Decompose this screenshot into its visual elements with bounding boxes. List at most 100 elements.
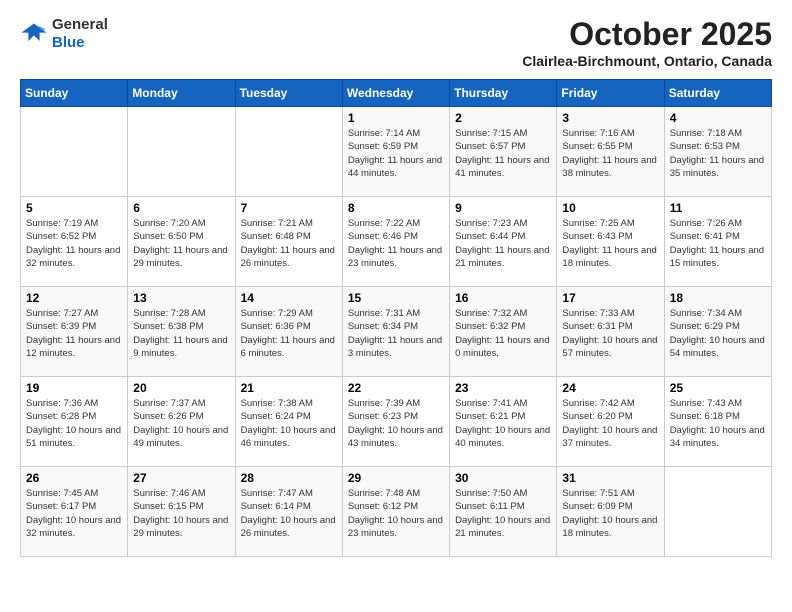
day-info: Sunrise: 7:27 AM Sunset: 6:39 PM Dayligh…	[26, 307, 122, 360]
day-info: Sunrise: 7:45 AM Sunset: 6:17 PM Dayligh…	[26, 487, 122, 540]
day-number: 31	[562, 471, 658, 485]
day-cell: 2 Sunrise: 7:15 AM Sunset: 6:57 PM Daylig…	[450, 107, 557, 197]
day-cell: 12 Sunrise: 7:27 AM Sunset: 6:39 PM Dayli…	[21, 287, 128, 377]
day-cell: 17Sunrise: 7:33 AM Sunset: 6:31 PM Dayli…	[557, 287, 664, 377]
day-number: 5	[26, 201, 122, 215]
day-info: Sunrise: 7:23 AM Sunset: 6:44 PM Dayligh…	[455, 217, 551, 270]
day-cell: 23 Sunrise: 7:41 AM Sunset: 6:21 PM Dayli…	[450, 377, 557, 467]
day-info: Sunrise: 7:39 AM Sunset: 6:23 PM Dayligh…	[348, 397, 444, 450]
day-cell: 19 Sunrise: 7:36 AM Sunset: 6:28 PM Dayli…	[21, 377, 128, 467]
day-number: 22	[348, 381, 444, 395]
logo-text: General Blue	[52, 16, 108, 52]
day-info: Sunrise: 7:42 AM Sunset: 6:20 PM Dayligh…	[562, 397, 658, 450]
day-info: Sunrise: 7:22 AM Sunset: 6:46 PM Dayligh…	[348, 217, 444, 270]
day-number: 18	[670, 291, 766, 305]
header-sunday: Sunday	[21, 80, 128, 107]
day-cell	[235, 107, 342, 197]
location-title: Clairlea-Birchmount, Ontario, Canada	[522, 53, 772, 69]
day-number: 2	[455, 111, 551, 125]
day-info: Sunrise: 7:36 AM Sunset: 6:28 PM Dayligh…	[26, 397, 122, 450]
day-info: Sunrise: 7:28 AM Sunset: 6:38 PM Dayligh…	[133, 307, 229, 360]
week-row-2: 5 Sunrise: 7:19 AM Sunset: 6:52 PM Daylig…	[21, 197, 772, 287]
day-number: 27	[133, 471, 229, 485]
day-cell: 25 Sunrise: 7:43 AM Sunset: 6:18 PM Dayli…	[664, 377, 771, 467]
day-info: Sunrise: 7:20 AM Sunset: 6:50 PM Dayligh…	[133, 217, 229, 270]
day-info: Sunrise: 7:34 AM Sunset: 6:29 PM Dayligh…	[670, 307, 766, 360]
day-cell: 9 Sunrise: 7:23 AM Sunset: 6:44 PM Daylig…	[450, 197, 557, 287]
day-info: Sunrise: 7:33 AM Sunset: 6:31 PM Dayligh…	[562, 307, 658, 360]
day-cell: 24Sunrise: 7:42 AM Sunset: 6:20 PM Dayli…	[557, 377, 664, 467]
logo-general: General	[52, 16, 108, 33]
day-number: 11	[670, 201, 766, 215]
day-info: Sunrise: 7:46 AM Sunset: 6:15 PM Dayligh…	[133, 487, 229, 540]
calendar-header-row: SundayMondayTuesdayWednesdayThursdayFrid…	[21, 80, 772, 107]
day-number: 19	[26, 381, 122, 395]
day-cell: 28Sunrise: 7:47 AM Sunset: 6:14 PM Dayli…	[235, 467, 342, 557]
day-info: Sunrise: 7:32 AM Sunset: 6:32 PM Dayligh…	[455, 307, 551, 360]
day-number: 23	[455, 381, 551, 395]
day-cell: 27 Sunrise: 7:46 AM Sunset: 6:15 PM Dayli…	[128, 467, 235, 557]
header-wednesday: Wednesday	[342, 80, 449, 107]
day-number: 8	[348, 201, 444, 215]
header-monday: Monday	[128, 80, 235, 107]
day-cell: 21Sunrise: 7:38 AM Sunset: 6:24 PM Dayli…	[235, 377, 342, 467]
week-row-5: 26 Sunrise: 7:45 AM Sunset: 6:17 PM Dayli…	[21, 467, 772, 557]
week-row-3: 12 Sunrise: 7:27 AM Sunset: 6:39 PM Dayli…	[21, 287, 772, 377]
day-info: Sunrise: 7:21 AM Sunset: 6:48 PM Dayligh…	[241, 217, 337, 270]
day-number: 21	[241, 381, 337, 395]
day-number: 9	[455, 201, 551, 215]
day-cell	[128, 107, 235, 197]
day-info: Sunrise: 7:26 AM Sunset: 6:41 PM Dayligh…	[670, 217, 766, 270]
day-info: Sunrise: 7:48 AM Sunset: 6:12 PM Dayligh…	[348, 487, 444, 540]
day-info: Sunrise: 7:15 AM Sunset: 6:57 PM Dayligh…	[455, 127, 551, 180]
day-number: 12	[26, 291, 122, 305]
day-number: 7	[241, 201, 337, 215]
day-info: Sunrise: 7:51 AM Sunset: 6:09 PM Dayligh…	[562, 487, 658, 540]
week-row-1: 1 Sunrise: 7:14 AM Sunset: 6:59 PM Daylig…	[21, 107, 772, 197]
day-cell: 20 Sunrise: 7:37 AM Sunset: 6:26 PM Dayli…	[128, 377, 235, 467]
day-cell: 10 Sunrise: 7:25 AM Sunset: 6:43 PM Dayli…	[557, 197, 664, 287]
header-thursday: Thursday	[450, 80, 557, 107]
day-cell: 13Sunrise: 7:28 AM Sunset: 6:38 PM Dayli…	[128, 287, 235, 377]
day-info: Sunrise: 7:41 AM Sunset: 6:21 PM Dayligh…	[455, 397, 551, 450]
header-saturday: Saturday	[664, 80, 771, 107]
day-info: Sunrise: 7:37 AM Sunset: 6:26 PM Dayligh…	[133, 397, 229, 450]
page-header: General Blue October 2025 Clairlea-Birch…	[20, 16, 772, 69]
day-number: 10	[562, 201, 658, 215]
day-number: 4	[670, 111, 766, 125]
day-number: 20	[133, 381, 229, 395]
day-cell: 29Sunrise: 7:48 AM Sunset: 6:12 PM Dayli…	[342, 467, 449, 557]
day-cell: 16Sunrise: 7:32 AM Sunset: 6:32 PM Dayli…	[450, 287, 557, 377]
day-number: 15	[348, 291, 444, 305]
day-cell: 5 Sunrise: 7:19 AM Sunset: 6:52 PM Daylig…	[21, 197, 128, 287]
day-cell: 22 Sunrise: 7:39 AM Sunset: 6:23 PM Dayli…	[342, 377, 449, 467]
day-info: Sunrise: 7:31 AM Sunset: 6:34 PM Dayligh…	[348, 307, 444, 360]
day-info: Sunrise: 7:29 AM Sunset: 6:36 PM Dayligh…	[241, 307, 337, 360]
day-cell	[664, 467, 771, 557]
day-cell	[21, 107, 128, 197]
day-number: 3	[562, 111, 658, 125]
day-info: Sunrise: 7:14 AM Sunset: 6:59 PM Dayligh…	[348, 127, 444, 180]
day-info: Sunrise: 7:25 AM Sunset: 6:43 PM Dayligh…	[562, 217, 658, 270]
logo: General Blue	[20, 16, 108, 52]
day-cell: 15 Sunrise: 7:31 AM Sunset: 6:34 PM Dayli…	[342, 287, 449, 377]
day-number: 25	[670, 381, 766, 395]
calendar-table: SundayMondayTuesdayWednesdayThursdayFrid…	[20, 79, 772, 557]
header-tuesday: Tuesday	[235, 80, 342, 107]
day-info: Sunrise: 7:43 AM Sunset: 6:18 PM Dayligh…	[670, 397, 766, 450]
title-block: October 2025 Clairlea-Birchmount, Ontari…	[522, 16, 772, 69]
day-cell: 6Sunrise: 7:20 AM Sunset: 6:50 PM Daylig…	[128, 197, 235, 287]
day-cell: 18 Sunrise: 7:34 AM Sunset: 6:29 PM Dayli…	[664, 287, 771, 377]
day-cell: 26 Sunrise: 7:45 AM Sunset: 6:17 PM Dayli…	[21, 467, 128, 557]
day-cell: 4 Sunrise: 7:18 AM Sunset: 6:53 PM Daylig…	[664, 107, 771, 197]
logo-icon	[20, 20, 48, 48]
day-number: 26	[26, 471, 122, 485]
day-number: 30	[455, 471, 551, 485]
logo-blue: Blue	[52, 34, 85, 51]
day-number: 1	[348, 111, 444, 125]
day-cell: 11 Sunrise: 7:26 AM Sunset: 6:41 PM Dayli…	[664, 197, 771, 287]
day-info: Sunrise: 7:19 AM Sunset: 6:52 PM Dayligh…	[26, 217, 122, 270]
day-info: Sunrise: 7:18 AM Sunset: 6:53 PM Dayligh…	[670, 127, 766, 180]
day-cell: 7 Sunrise: 7:21 AM Sunset: 6:48 PM Daylig…	[235, 197, 342, 287]
month-year-title: October 2025	[522, 16, 772, 53]
